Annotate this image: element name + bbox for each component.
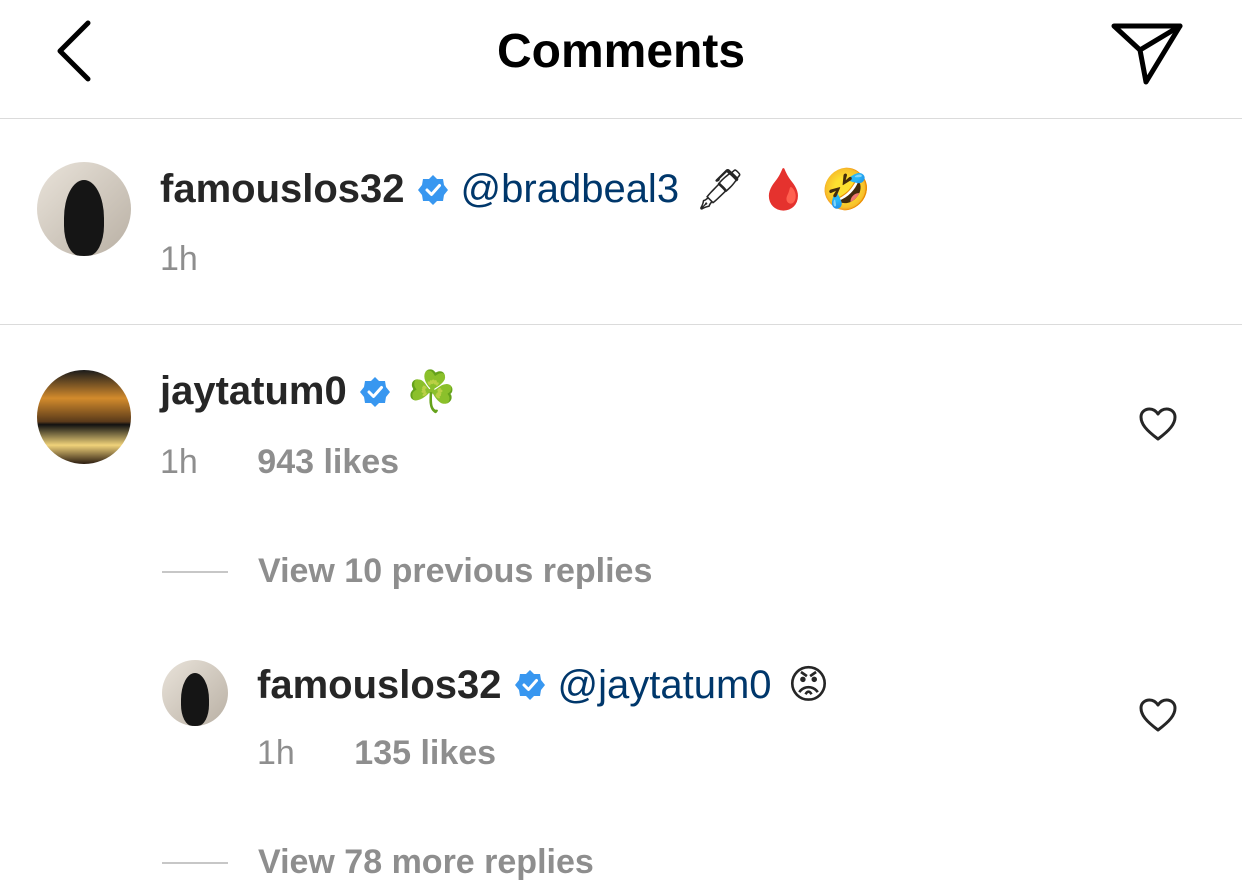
like-heart-icon[interactable] [1138, 697, 1178, 733]
view-previous-replies-label: View 10 previous replies [258, 552, 653, 590]
mention-link[interactable]: @jaytatum0 [558, 663, 772, 708]
comment-emoji: ☘️ [406, 369, 457, 415]
caption-line: famouslos32 @bradbeal3 🖋 🩸 🤣 [160, 166, 871, 213]
avatar[interactable] [37, 162, 131, 256]
paper-plane-icon [1111, 23, 1183, 85]
caption-meta: 1h [160, 240, 198, 279]
likes-count[interactable]: 135 likes [354, 734, 496, 772]
reply-line: famouslos32 @jaytatum0 😡 [257, 662, 829, 708]
timestamp: 1h [257, 734, 295, 772]
avatar[interactable] [37, 370, 131, 464]
reply-emoji: 😡 [787, 662, 830, 708]
timestamp: 1h [160, 443, 198, 481]
username-link[interactable]: famouslos32 [257, 663, 502, 708]
mention-link[interactable]: @bradbeal3 [461, 167, 680, 212]
share-button[interactable] [1108, 16, 1186, 90]
comment-meta: 1h 943 likes [160, 443, 399, 482]
like-heart-icon[interactable] [1138, 406, 1178, 442]
thread-divider [162, 861, 228, 864]
thread-divider [162, 570, 228, 573]
view-previous-replies-button[interactable]: View 10 previous replies [162, 552, 652, 591]
comment-line: jaytatum0 ☘️ [160, 368, 457, 415]
verified-badge-icon [417, 174, 448, 205]
reply-meta: 1h 135 likes [257, 734, 496, 773]
caption-section [0, 119, 1242, 325]
page-title: Comments [496, 25, 746, 78]
likes-count[interactable]: 943 likes [257, 443, 399, 481]
caption-emojis: 🖋 🩸 🤣 [695, 167, 871, 213]
username-link[interactable]: famouslos32 [160, 167, 405, 212]
comments-header: Comments [0, 0, 1242, 119]
avatar[interactable] [162, 660, 228, 726]
username-link[interactable]: jaytatum0 [160, 369, 347, 414]
verified-badge-icon [514, 670, 545, 700]
view-more-replies-button[interactable]: View 78 more replies [162, 843, 594, 882]
timestamp: 1h [160, 240, 198, 278]
view-more-replies-label: View 78 more replies [258, 843, 594, 881]
verified-badge-icon [359, 376, 390, 407]
